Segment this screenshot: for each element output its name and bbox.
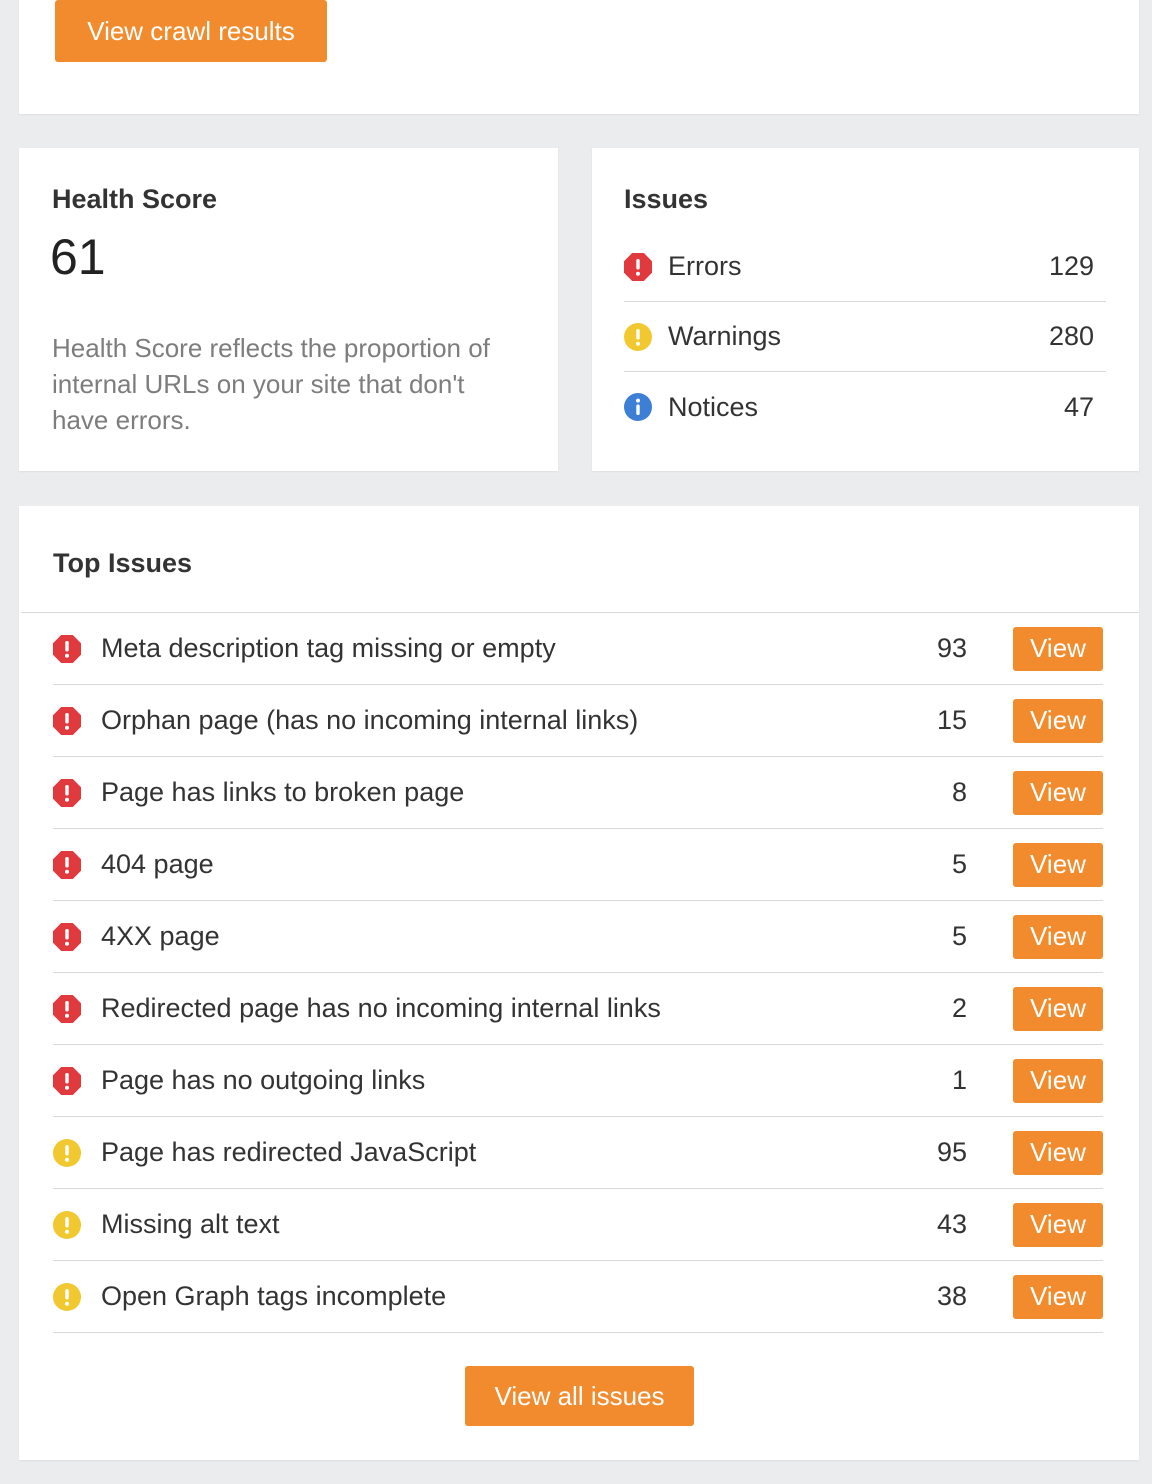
- issue-summary-notices: Notices 47: [624, 372, 1106, 442]
- top-issue-row: 404 page 5 View: [53, 829, 1103, 901]
- health-score-value: 61: [50, 229, 106, 285]
- view-issue-button[interactable]: View: [1013, 986, 1103, 1031]
- error-icon: [53, 634, 81, 663]
- issue-summary-label: Notices: [668, 391, 759, 422]
- warning-icon: [53, 1138, 81, 1167]
- top-issue-count: 15: [936, 705, 967, 735]
- issue-summary-errors: Errors 129: [624, 232, 1106, 302]
- top-issue-row: Redirected page has no incoming internal…: [53, 973, 1103, 1045]
- top-issue-label: Meta description tag missing or empty: [101, 633, 556, 663]
- health-score-card: Health Score 61 Health Score reflects th…: [19, 148, 558, 471]
- health-score-description: Health Score reflects the proportion of …: [52, 333, 490, 435]
- error-icon: [53, 706, 81, 735]
- top-issue-count: 8: [951, 777, 967, 807]
- top-issue-row: Page has links to broken page 8 View: [53, 757, 1103, 829]
- issue-summary-label: Errors: [668, 251, 742, 281]
- error-icon: [53, 1066, 81, 1095]
- top-issue-count: 1: [951, 1065, 967, 1095]
- view-all-issues-button[interactable]: View all issues: [465, 1366, 694, 1426]
- top-issue-row: Meta description tag missing or empty 93 V…: [53, 613, 1103, 685]
- error-icon: [53, 994, 81, 1023]
- issues-summary-card: Issues Errors 129 Warnings 280 Notices 47: [592, 148, 1139, 471]
- error-icon: [53, 850, 81, 879]
- top-issue-count: 93: [936, 633, 967, 663]
- warning-icon: [624, 322, 652, 351]
- top-issue-label: Page has links to broken page: [101, 777, 465, 807]
- issue-summary-label: Warnings: [668, 321, 782, 351]
- error-icon: [624, 252, 652, 281]
- view-issue-button[interactable]: View: [1013, 1058, 1103, 1103]
- top-issue-row: Missing alt text 43 View: [53, 1189, 1103, 1261]
- error-icon: [53, 778, 81, 807]
- top-issues-list: Meta description tag missing or empty 93 V…: [53, 613, 1103, 1333]
- issue-summary-count: 280: [1048, 321, 1094, 351]
- top-issue-count: 95: [936, 1137, 967, 1167]
- view-issue-button[interactable]: View: [1013, 842, 1103, 887]
- top-issue-count: 5: [951, 921, 967, 951]
- top-issue-label: Redirected page has no incoming internal…: [101, 993, 661, 1023]
- issue-summary-count: 129: [1048, 251, 1094, 281]
- warning-icon: [53, 1210, 81, 1239]
- top-issue-count: 5: [951, 849, 967, 879]
- top-issue-row: Page has no outgoing links 1 View: [53, 1045, 1103, 1117]
- top-issue-row: Open Graph tags incomplete 38 View: [53, 1261, 1103, 1333]
- warning-icon: [53, 1282, 81, 1311]
- view-issue-button[interactable]: View: [1013, 1202, 1103, 1247]
- view-issue-button[interactable]: View: [1013, 914, 1103, 959]
- issue-summary-count: 47: [1063, 391, 1094, 422]
- health-score-title: Health Score: [52, 184, 218, 214]
- top-issues-card: Top Issues Meta description tag missing …: [19, 506, 1139, 1460]
- top-issue-label: 4XX page: [101, 921, 220, 951]
- view-issue-button[interactable]: View: [1013, 698, 1103, 743]
- error-icon: [53, 922, 81, 951]
- view-issue-button[interactable]: View: [1013, 626, 1103, 671]
- top-issue-row: Orphan page (has no incoming internal li…: [53, 685, 1103, 757]
- top-issue-label: 404 page: [101, 849, 214, 879]
- top-issue-label: Missing alt text: [101, 1209, 280, 1239]
- info-icon: [624, 393, 652, 421]
- crawl-card: View crawl results: [19, 0, 1139, 114]
- top-issue-row: 4XX page 5 View: [53, 901, 1103, 973]
- top-issue-label: Page has redirected JavaScript: [101, 1137, 477, 1167]
- issues-title: Issues: [624, 184, 709, 214]
- top-issue-label: Page has no outgoing links: [101, 1065, 426, 1095]
- top-issue-count: 2: [951, 993, 967, 1023]
- issue-summary-warnings: Warnings 280: [624, 302, 1106, 372]
- view-crawl-results-button[interactable]: View crawl results: [55, 0, 327, 62]
- top-issue-row: Page has redirected JavaScript 95 View: [53, 1117, 1103, 1189]
- view-issue-button[interactable]: View: [1013, 770, 1103, 815]
- view-issue-button[interactable]: View: [1013, 1274, 1103, 1319]
- top-issue-count: 43: [936, 1209, 967, 1239]
- view-issue-button[interactable]: View: [1013, 1130, 1103, 1175]
- top-issue-label: Orphan page (has no incoming internal li…: [101, 705, 639, 735]
- top-issues-title: Top Issues: [53, 548, 193, 578]
- top-issue-label: Open Graph tags incomplete: [101, 1281, 447, 1311]
- top-issue-count: 38: [936, 1281, 967, 1311]
